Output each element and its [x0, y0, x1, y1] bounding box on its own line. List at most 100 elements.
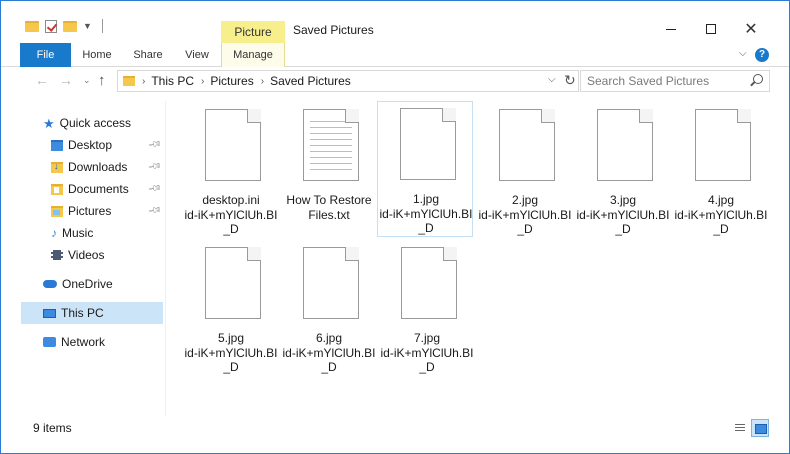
tab-file[interactable]: File: [20, 43, 71, 67]
properties-icon[interactable]: [45, 19, 57, 33]
title-bar: ▼ Picture Tools Saved Pictures ✕: [1, 1, 789, 61]
sidebar-item-label: Videos: [68, 248, 105, 262]
file-icon: [695, 109, 751, 181]
quick-access-toolbar: ▼: [25, 19, 103, 33]
pin-icon[interactable]: 📌︎: [147, 159, 162, 175]
minimize-button[interactable]: [651, 19, 691, 39]
sidebar-item-label: Quick access: [59, 116, 132, 130]
file-name: 4.jpg id-iK+mYlClUh.BI _D: [674, 193, 768, 236]
back-arrow-icon[interactable]: ←: [35, 72, 49, 88]
search-box[interactable]: [580, 70, 770, 92]
text-file-icon: [303, 109, 359, 181]
file-name: 2.jpg id-iK+mYlClUh.BI _D: [478, 193, 572, 236]
large-icons-view-icon[interactable]: [751, 419, 769, 437]
desktop-folder-icon: [51, 139, 63, 151]
file-item-6-jpg[interactable]: 6.jpg id-iK+mYlClUh.BI _D: [281, 241, 377, 377]
file-item-4-jpg[interactable]: 4.jpg id-iK+mYlClUh.BI _D: [673, 103, 769, 239]
file-name: desktop.ini id-iK+mYlClUh.BI _D: [184, 193, 278, 236]
address-bar[interactable]: › This PC › Pictures › Saved Pictures ⌵ …: [117, 70, 579, 92]
breadcrumb-saved-pictures[interactable]: Saved Pictures: [270, 74, 351, 88]
breadcrumb-separator-icon[interactable]: ›: [261, 76, 264, 87]
file-item-7-jpg[interactable]: 7.jpg id-iK+mYlClUh.BI _D: [379, 241, 475, 377]
file-icon: [400, 108, 456, 180]
close-icon: ✕: [744, 21, 758, 38]
new-folder-icon[interactable]: [63, 20, 77, 32]
expand-ribbon-icon[interactable]: ⌵: [739, 48, 747, 59]
sidebar-item-this-pc[interactable]: This PC: [21, 302, 163, 324]
file-icon: [303, 247, 359, 319]
music-icon: ♪: [51, 226, 57, 240]
videos-icon: [51, 250, 63, 260]
pane-divider[interactable]: [165, 101, 166, 416]
file-item-2-jpg[interactable]: 2.jpg id-iK+mYlClUh.BI _D: [477, 103, 573, 239]
downloads-folder-icon: [51, 161, 63, 173]
file-explorer-window: ▼ Picture Tools Saved Pictures ✕ File Ho…: [0, 0, 790, 454]
item-count: 9 items: [33, 421, 72, 435]
sidebar-item-label: Desktop: [68, 138, 113, 152]
up-arrow-icon[interactable]: ↑: [98, 72, 106, 89]
pin-icon[interactable]: 📌︎: [147, 203, 162, 219]
breadcrumb-pictures[interactable]: Pictures: [210, 74, 253, 88]
file-item-3-jpg[interactable]: 3.jpg id-iK+mYlClUh.BI _D: [575, 103, 671, 239]
refresh-icon[interactable]: ↻: [564, 72, 576, 89]
file-name: 5.jpg id-iK+mYlClUh.BI _D: [184, 331, 278, 374]
sidebar-item-label: Pictures: [68, 204, 112, 218]
status-bar: 9 items: [1, 417, 789, 439]
sidebar-item-downloads[interactable]: Downloads 📌︎: [51, 156, 163, 178]
file-icon: [205, 109, 261, 181]
breadcrumb-this-pc[interactable]: This PC: [151, 74, 194, 88]
sidebar-item-label: This PC: [61, 306, 104, 320]
sidebar-item-videos[interactable]: Videos: [51, 244, 163, 266]
computer-icon: [43, 308, 56, 318]
tab-view[interactable]: View: [179, 43, 215, 67]
file-name: 6.jpg id-iK+mYlClUh.BI _D: [282, 331, 376, 374]
sidebar-item-onedrive[interactable]: OneDrive: [43, 273, 163, 295]
file-list: desktop.ini id-iK+mYlClUh.BI _D How To Res…: [171, 101, 783, 411]
sidebar-item-label: Documents: [68, 182, 129, 196]
details-view-icon[interactable]: [731, 419, 749, 437]
file-item-desktop-ini[interactable]: desktop.ini id-iK+mYlClUh.BI _D: [183, 103, 279, 239]
breadcrumb-separator-icon[interactable]: ›: [201, 76, 204, 87]
sidebar-item-label: OneDrive: [62, 277, 113, 291]
sidebar-item-label: Downloads: [68, 160, 128, 174]
pin-icon[interactable]: 📌︎: [147, 181, 162, 197]
sidebar-item-label: Network: [61, 335, 106, 349]
search-input[interactable]: [587, 71, 747, 91]
tab-home[interactable]: Home: [77, 43, 117, 67]
file-name: How To Restore Files.txt: [286, 193, 372, 222]
pin-icon[interactable]: 📌︎: [147, 137, 162, 153]
sidebar-item-desktop[interactable]: Desktop 📌︎: [51, 134, 163, 156]
sidebar-item-network[interactable]: Network: [43, 331, 163, 353]
folder-icon[interactable]: [25, 20, 39, 32]
sidebar-item-documents[interactable]: Documents 📌︎: [51, 178, 163, 200]
folder-icon: [123, 76, 135, 86]
maximize-button[interactable]: [691, 19, 731, 39]
file-icon: [597, 109, 653, 181]
documents-folder-icon: [51, 183, 63, 195]
close-button[interactable]: ✕: [731, 19, 771, 39]
sidebar-item-pictures[interactable]: Pictures 📌︎: [51, 200, 163, 222]
search-icon[interactable]: [753, 74, 763, 84]
file-item-5-jpg[interactable]: 5.jpg id-iK+mYlClUh.BI _D: [183, 241, 279, 377]
sidebar-item-quick-access[interactable]: ★ Quick access: [43, 112, 163, 134]
ribbon-tabs: File Home Share View Manage ⌵ ?: [1, 43, 789, 67]
navigation-bar: ← → ⌄ ↑ › This PC › Pictures › Saved Pic…: [1, 67, 789, 95]
tab-share[interactable]: Share: [128, 43, 168, 67]
file-name: 7.jpg id-iK+mYlClUh.BI _D: [380, 331, 474, 374]
forward-arrow-icon[interactable]: →: [59, 72, 73, 88]
toolbar-divider: [101, 19, 103, 33]
address-dropdown-chevron-icon[interactable]: ⌵: [548, 74, 556, 85]
file-item-1-jpg[interactable]: 1.jpg id-iK+mYlClUh.BI _D: [377, 101, 473, 237]
sidebar-item-music[interactable]: ♪ Music: [51, 222, 163, 244]
cloud-icon: [43, 280, 57, 288]
file-icon: [499, 109, 555, 181]
tab-manage[interactable]: Manage: [221, 43, 285, 67]
star-icon: ★: [43, 115, 55, 131]
breadcrumb-separator-icon[interactable]: ›: [142, 76, 145, 87]
file-item-how-to-restore[interactable]: How To Restore Files.txt: [281, 103, 377, 239]
file-icon: [205, 247, 261, 319]
maximize-icon: [706, 24, 716, 34]
customize-toolbar-icon[interactable]: ▼: [83, 21, 92, 31]
help-icon[interactable]: ?: [755, 48, 769, 62]
recent-locations-chevron-icon[interactable]: ⌄: [83, 75, 91, 86]
